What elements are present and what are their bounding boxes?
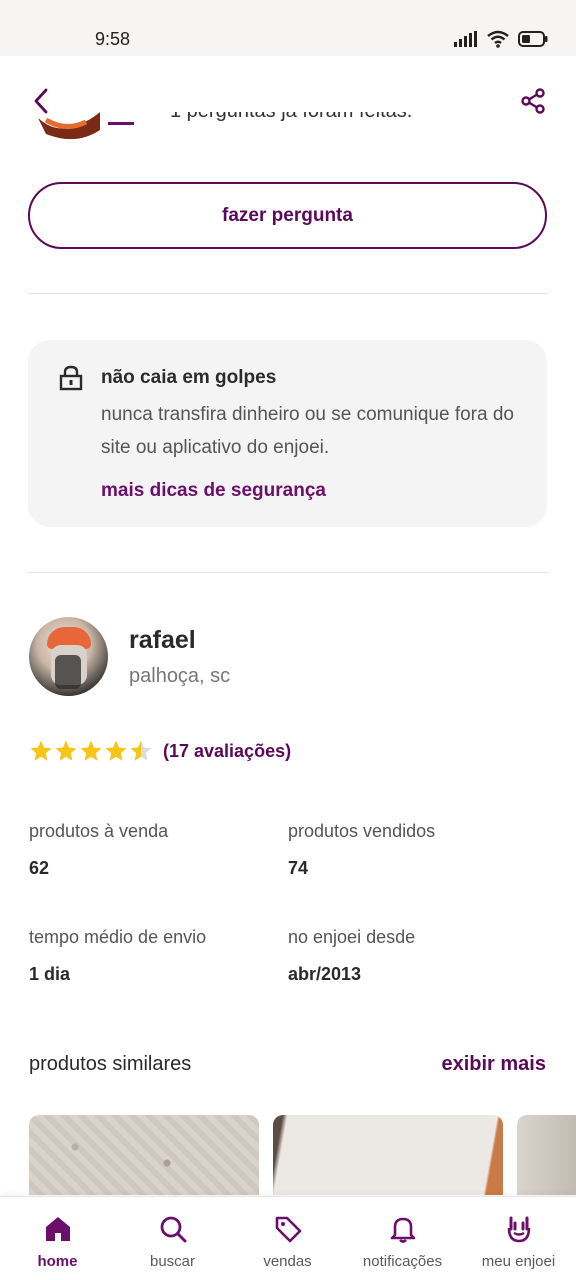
- seller-avatar[interactable]: [29, 617, 108, 696]
- similar-product-card[interactable]: [273, 1115, 503, 1195]
- bell-icon: [390, 1217, 415, 1243]
- star-half-icon: [130, 740, 152, 761]
- nav-label: vendas: [263, 1253, 312, 1270]
- nav-label: meu enjoei: [481, 1253, 556, 1270]
- safety-tips-card: não caia em golpes nunca transfira dinhe…: [28, 340, 547, 527]
- stat-value-sold: 74: [288, 858, 309, 878]
- rating-count[interactable]: (17 avaliações): [163, 741, 291, 762]
- share-button[interactable]: [518, 86, 548, 116]
- nav-item-search[interactable]: buscar: [115, 1197, 230, 1280]
- rating-stars: [29, 739, 153, 763]
- wifi-icon: [487, 30, 509, 48]
- lock-icon: [59, 365, 83, 391]
- similar-product-card[interactable]: [517, 1115, 576, 1195]
- share-icon: [521, 88, 545, 114]
- previous-content-row: 1 perguntas já foram feitas.: [0, 112, 576, 144]
- stat-label-sold: produtos vendidos: [288, 821, 436, 841]
- safety-tips-link[interactable]: mais dicas de segurança: [101, 480, 326, 502]
- similar-product-card[interactable]: [29, 1115, 259, 1195]
- status-icons: [454, 30, 548, 48]
- bottom-navigation: home buscar vendas notificações meu enjo…: [0, 1196, 576, 1280]
- signal-icon: [454, 31, 477, 47]
- status-bar: 9:58: [0, 0, 576, 56]
- show-more-link[interactable]: exibir mais: [441, 1053, 546, 1076]
- stat-value-member-since: abr/2013: [288, 964, 362, 984]
- similar-products-title: produtos similares: [29, 1053, 192, 1075]
- stat-label-member-since: no enjoei desde: [288, 927, 416, 947]
- search-icon: [160, 1216, 186, 1243]
- nav-label: notificações: [362, 1253, 443, 1270]
- nav-item-home[interactable]: home: [0, 1197, 115, 1280]
- safety-text: nunca transfira dinheiro ou se comunique…: [101, 404, 514, 458]
- seller-name[interactable]: rafael: [129, 626, 196, 655]
- battery-icon: [518, 31, 548, 47]
- status-time: 9:58: [95, 29, 131, 49]
- star-icon: [55, 740, 77, 761]
- safety-title: não caia em golpes: [101, 367, 277, 388]
- chevron-left-icon: [34, 88, 48, 114]
- nav-item-notifications[interactable]: notificações: [345, 1197, 460, 1280]
- back-button[interactable]: [26, 86, 56, 116]
- product-image-fragment: [38, 112, 134, 140]
- home-icon: [45, 1217, 70, 1241]
- stat-label-for-sale: produtos à venda: [29, 821, 169, 841]
- stat-value-shipping-time: 1 dia: [29, 964, 71, 984]
- tag-icon: [275, 1216, 301, 1243]
- questions-count-text: 1 perguntas já foram feitas.: [170, 112, 412, 123]
- avatar-hand-shape: [55, 655, 81, 689]
- seller-rating[interactable]: (17 avaliações): [29, 739, 291, 763]
- stat-label-shipping-time: tempo médio de envio: [29, 927, 207, 947]
- star-icon: [105, 740, 127, 761]
- hand-icon: [507, 1216, 530, 1243]
- stat-value-for-sale: 62: [29, 858, 50, 878]
- ask-question-button[interactable]: fazer pergunta: [28, 182, 547, 249]
- seller-location: palhoça, sc: [129, 665, 231, 687]
- star-icon: [30, 740, 52, 761]
- star-icon: [80, 740, 102, 761]
- divider: [28, 293, 548, 294]
- nav-label: buscar: [149, 1253, 196, 1270]
- app-header: 1 perguntas já foram feitas.: [0, 56, 576, 146]
- nav-item-my-enjoei[interactable]: meu enjoei: [461, 1197, 576, 1280]
- nav-label: home: [37, 1253, 78, 1270]
- divider: [28, 572, 548, 573]
- nav-item-sales[interactable]: vendas: [230, 1197, 345, 1280]
